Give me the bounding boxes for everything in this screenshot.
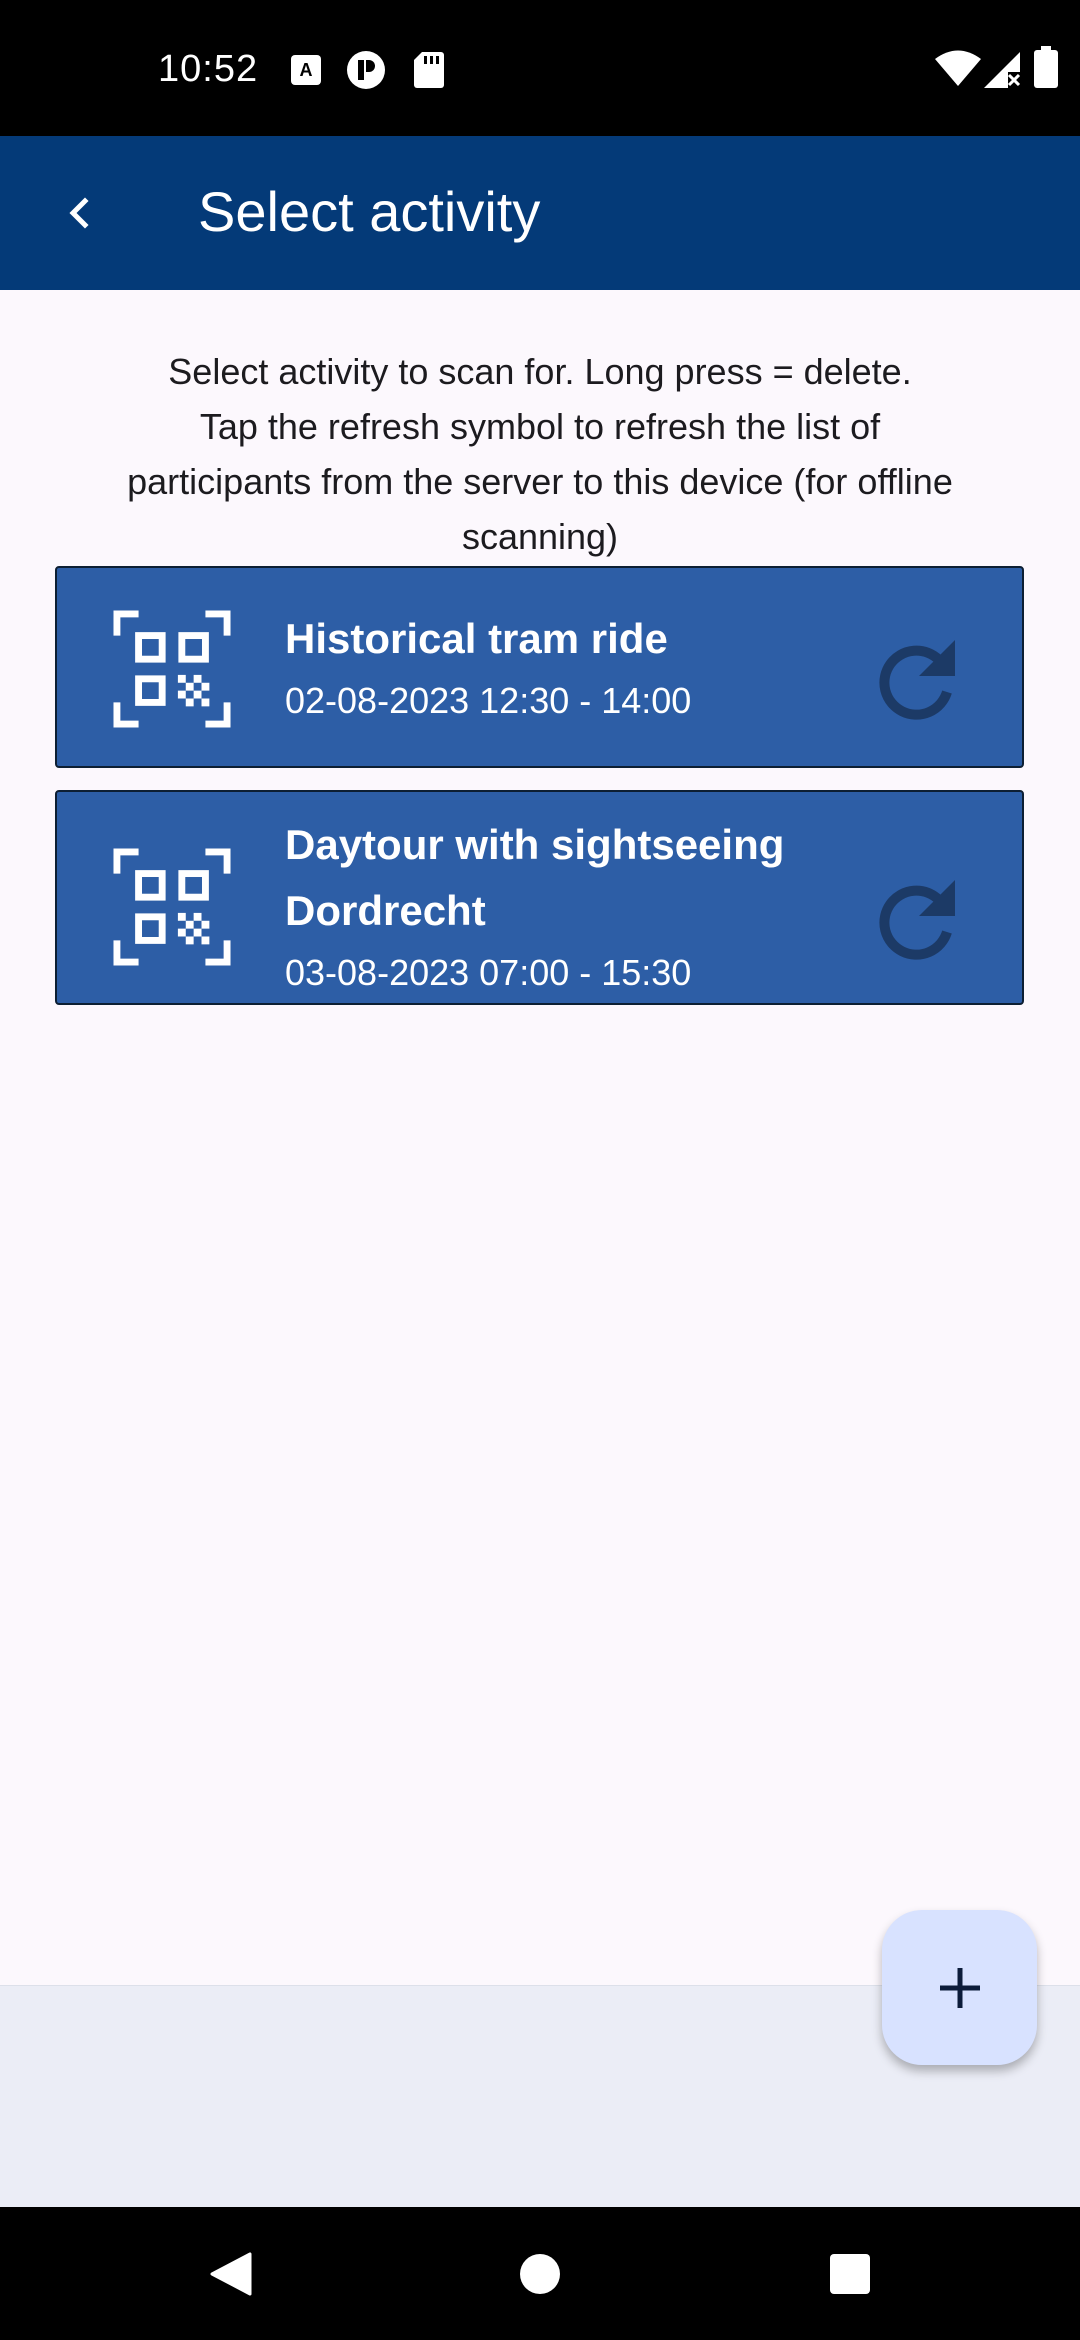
home-circle-icon [520, 2253, 560, 2294]
navigation-bar [0, 2207, 1080, 2340]
activity-card[interactable]: Daytour with sightseeing Dordrecht 03-08… [55, 790, 1024, 1005]
activity-datetime: 03-08-2023 07:00 - 15:30 [285, 952, 692, 993]
instructions-text: Select activity to scan for. Long press … [40, 344, 1040, 564]
battery-icon [1034, 46, 1058, 88]
back-button[interactable] [40, 173, 120, 253]
plus-icon [939, 1967, 980, 2008]
sd-card-icon [414, 52, 444, 88]
page-title: Select activity [198, 180, 541, 243]
activity-text: Historical tram ride 02-08-2023 12:30 - … [285, 606, 845, 730]
activity-text: Daytour with sightseeing Dordrecht 03-08… [285, 812, 845, 1002]
instructions-line: Select activity to scan for. Long press … [168, 351, 912, 392]
notification-p-icon [347, 51, 385, 89]
recents-square-icon [830, 2253, 870, 2294]
activity-title: Historical tram ride [285, 615, 668, 662]
instructions-line: Tap the refresh symbol to refresh the li… [199, 406, 881, 447]
instructions-line: participants from the server to this dev… [127, 461, 953, 502]
nav-recents-button[interactable] [810, 2207, 890, 2340]
instructions-line: scanning) [461, 516, 619, 557]
signal-no-data-icon [984, 52, 1021, 88]
wifi-icon [935, 50, 981, 86]
nav-back-button[interactable] [190, 2207, 270, 2340]
status-time: 10:52 [158, 48, 259, 90]
keyboard-a-icon: A [291, 55, 321, 85]
refresh-icon[interactable] [865, 872, 969, 976]
app-bar: Select activity [0, 136, 1080, 290]
nav-home-button[interactable] [500, 2207, 580, 2340]
qr-code-scan-icon [113, 610, 231, 728]
qr-code-scan-icon [113, 848, 231, 966]
activity-datetime: 02-08-2023 12:30 - 14:00 [285, 680, 692, 721]
status-bar: 10:52 A [0, 0, 1080, 136]
chevron-left-icon [69, 197, 89, 229]
activity-card[interactable]: Historical tram ride 02-08-2023 12:30 - … [55, 566, 1024, 768]
activity-title: Daytour with sightseeing Dordrecht [285, 821, 785, 934]
add-activity-button[interactable] [882, 1910, 1037, 2065]
svg-text:A: A [300, 60, 313, 80]
refresh-icon[interactable] [865, 632, 969, 736]
back-triangle-icon [210, 2252, 252, 2295]
